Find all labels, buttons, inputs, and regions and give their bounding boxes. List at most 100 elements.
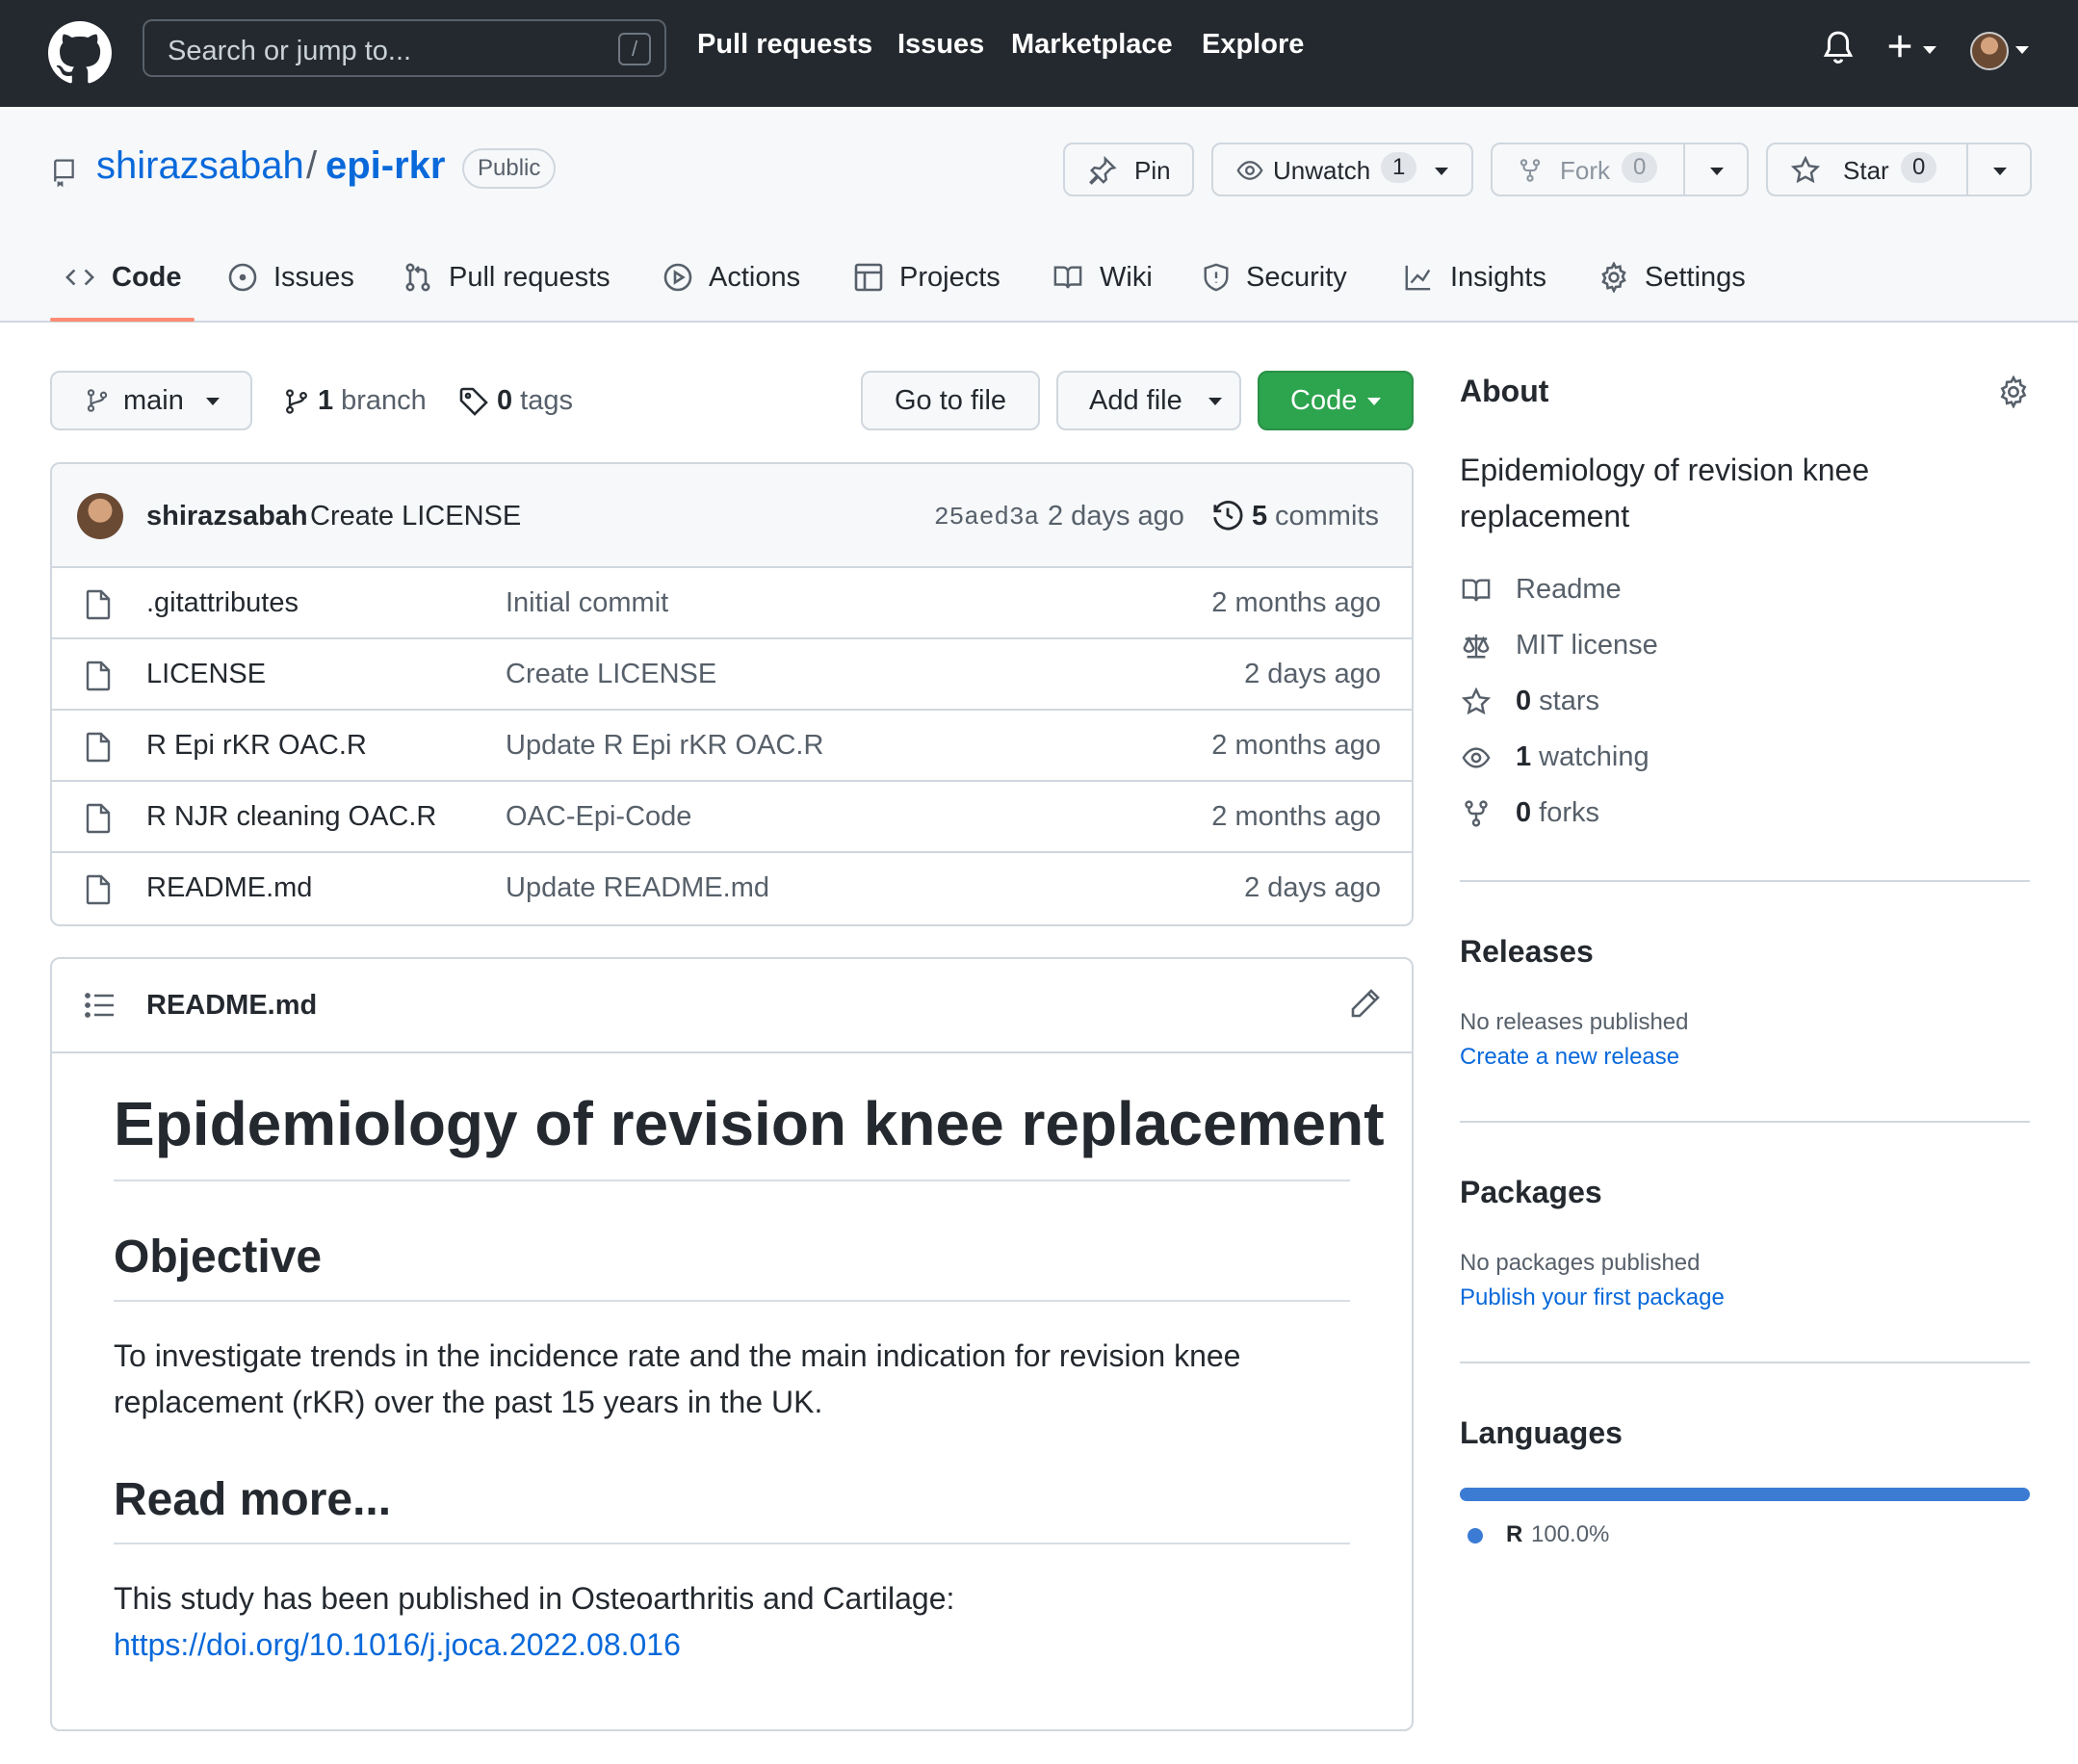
nav-issues[interactable]: Issues — [897, 29, 984, 61]
repo-name-link[interactable]: epi-rkr — [325, 144, 446, 188]
file-row[interactable]: README.md Update README.md 2 days ago — [52, 853, 1412, 924]
file-row[interactable]: LICENSE Create LICENSE 2 days ago — [52, 639, 1412, 711]
pin-button[interactable]: Pin — [1063, 143, 1194, 196]
tab-settings[interactable]: Settings — [1598, 258, 1746, 297]
nav-explore[interactable]: Explore — [1202, 29, 1304, 61]
chevron-down-icon — [206, 398, 220, 405]
go-to-file-label: Go to file — [894, 384, 1007, 416]
watching-link[interactable]: 1 watching — [1460, 741, 1649, 773]
doi-link[interactable]: https://doi.org/10.1016/j.joca.2022.08.0… — [114, 1621, 681, 1668]
fork-count: 0 — [1622, 152, 1658, 183]
commit-sha[interactable]: 25aed3a — [934, 503, 1039, 532]
file-row[interactable]: .gitattributes Initial commit 2 months a… — [52, 568, 1412, 639]
add-file-button[interactable]: Add file — [1056, 371, 1241, 430]
create-new-plus-icon[interactable] — [1885, 27, 1914, 65]
tab-projects[interactable]: Projects — [853, 258, 1000, 297]
heading-divider — [114, 1543, 1350, 1544]
commit-count[interactable]: 5 — [1252, 501, 1267, 532]
readme-link[interactable]: Readme — [1460, 574, 1622, 606]
chevron-down-icon — [1435, 168, 1448, 175]
fork-button[interactable]: Fork 0 — [1491, 143, 1749, 196]
fork-icon — [1465, 799, 1488, 827]
file-name[interactable]: R NJR cleaning OAC.R — [146, 801, 436, 833]
branches-link[interactable]: 1 branch — [283, 385, 427, 417]
star-dropdown-chevron-icon[interactable] — [1993, 168, 2007, 175]
releases-heading[interactable]: Releases — [1460, 934, 1594, 970]
heading-divider — [114, 1300, 1350, 1302]
code-dropdown-button[interactable]: Code — [1258, 371, 1414, 430]
branch-icon — [87, 389, 108, 412]
file-commit-message[interactable]: Update R Epi rKR OAC.R — [506, 730, 823, 762]
license-link[interactable]: MIT license — [1460, 630, 1658, 662]
code-icon — [65, 269, 94, 286]
global-header: Search or jump to... / Pull requests Iss… — [0, 0, 2078, 107]
file-row[interactable]: R NJR cleaning OAC.R OAC-Epi-Code 2 mont… — [52, 782, 1412, 853]
play-icon — [663, 263, 692, 292]
notifications-bell-icon[interactable] — [1822, 29, 1855, 67]
fork-dropdown-chevron-icon[interactable] — [1710, 168, 1724, 175]
list-unordered-icon[interactable] — [85, 992, 116, 1019]
search-input[interactable]: Search or jump to... / — [143, 19, 666, 77]
author-avatar[interactable] — [77, 493, 123, 539]
repo-icon — [50, 154, 77, 189]
gear-icon[interactable] — [1997, 376, 2030, 408]
user-avatar[interactable] — [1970, 32, 2009, 70]
commit-word[interactable]: commits — [1275, 501, 1379, 532]
publish-package-link[interactable]: Publish your first package — [1460, 1284, 1725, 1311]
github-logo-icon[interactable] — [48, 21, 112, 85]
go-to-file-button[interactable]: Go to file — [861, 371, 1040, 430]
nav-marketplace[interactable]: Marketplace — [1011, 29, 1173, 61]
tab-wiki-label: Wiki — [1100, 261, 1153, 293]
tab-code[interactable]: Code — [64, 258, 182, 297]
tab-wiki[interactable]: Wiki — [1052, 258, 1153, 297]
readme-link-label: Readme — [1516, 574, 1622, 605]
forks-link[interactable]: 0 forks — [1460, 797, 1599, 829]
tab-issues[interactable]: Issues — [227, 258, 354, 297]
language-percent[interactable]: 100.0% — [1531, 1521, 1609, 1548]
tab-security[interactable]: Security — [1202, 258, 1347, 297]
file-name[interactable]: README.md — [146, 872, 312, 904]
pencil-edit-icon[interactable] — [1350, 988, 1381, 1019]
packages-heading[interactable]: Packages — [1460, 1175, 1602, 1210]
forks-word: forks — [1539, 797, 1599, 828]
file-commit-message[interactable]: Create LICENSE — [506, 659, 716, 690]
tags-link[interactable]: 0 tags — [458, 385, 573, 417]
commit-message[interactable]: Create LICENSE — [310, 501, 521, 532]
readme-filename[interactable]: README.md — [146, 990, 317, 1022]
file-icon — [85, 732, 112, 763]
repo-owner-link[interactable]: shirazsabah — [96, 144, 304, 188]
file-age: 2 days ago — [1244, 872, 1381, 903]
tab-issues-label: Issues — [273, 261, 354, 293]
tab-pull-requests[interactable]: Pull requests — [403, 258, 610, 297]
branch-select-button[interactable]: main — [50, 371, 252, 430]
file-icon — [85, 874, 112, 905]
stars-link[interactable]: 0 stars — [1460, 686, 1599, 717]
file-commit-message[interactable]: Update README.md — [506, 872, 769, 904]
create-release-link[interactable]: Create a new release — [1460, 1044, 1679, 1071]
file-row[interactable]: R Epi rKR OAC.R Update R Epi rKR OAC.R 2… — [52, 711, 1412, 782]
commit-author[interactable]: shirazsabah — [146, 501, 308, 532]
file-name[interactable]: .gitattributes — [146, 587, 299, 619]
history-icon — [1211, 499, 1244, 532]
releases-status: No releases published — [1460, 1009, 1689, 1035]
watch-count: 1 — [1381, 152, 1417, 183]
shield-icon — [1204, 263, 1229, 292]
file-name[interactable]: R Epi rKR OAC.R — [146, 730, 367, 762]
unwatch-button[interactable]: Unwatch 1 — [1211, 143, 1473, 196]
nav-pull-requests[interactable]: Pull requests — [697, 29, 872, 61]
stars-word: stars — [1539, 686, 1599, 716]
eye-icon — [1234, 157, 1265, 184]
readme-title: Epidemiology of revision knee replacemen… — [114, 1089, 1385, 1158]
file-commit-message[interactable]: OAC-Epi-Code — [506, 801, 691, 833]
file-commit-message[interactable]: Initial commit — [506, 587, 668, 619]
file-age: 2 months ago — [1211, 801, 1381, 832]
tab-actions[interactable]: Actions — [662, 258, 800, 297]
star-button[interactable]: Star 0 — [1766, 143, 2032, 196]
language-name[interactable]: R — [1506, 1521, 1522, 1548]
tab-insights[interactable]: Insights — [1402, 258, 1546, 297]
watching-word: watching — [1539, 741, 1649, 772]
chevron-down-icon — [1208, 398, 1222, 405]
file-name[interactable]: LICENSE — [146, 659, 266, 690]
branch-word: branch — [341, 385, 427, 416]
language-bar-r-segment — [1460, 1488, 2030, 1501]
